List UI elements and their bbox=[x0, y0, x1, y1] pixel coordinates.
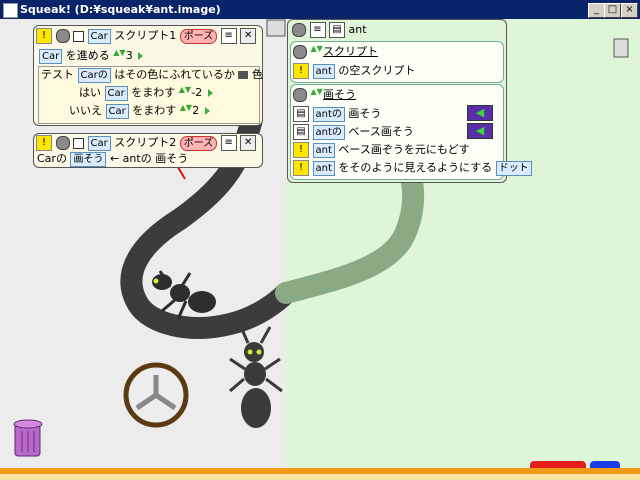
script1-doc-icon[interactable]: ≡ bbox=[220, 28, 237, 44]
section-gear-icon[interactable] bbox=[293, 45, 307, 59]
no-command: をまわす bbox=[132, 104, 177, 117]
script2-object-tile[interactable]: Car bbox=[87, 135, 111, 151]
line1-value[interactable]: 3 bbox=[126, 49, 133, 62]
viewer-name[interactable]: ant bbox=[349, 23, 367, 36]
minimize-button[interactable]: _ bbox=[588, 3, 605, 18]
window-title-bar: Squeak! (D:¥squeak¥ant.image) _ □ × bbox=[0, 0, 640, 19]
line1-object-tile[interactable]: Car bbox=[39, 48, 63, 64]
section-stepper[interactable]: ▲▼ bbox=[311, 44, 323, 59]
line1-arrow-icon[interactable] bbox=[138, 52, 144, 60]
look-command[interactable]: をそのように見えるようにする bbox=[338, 161, 492, 174]
viewer-handle-icon bbox=[266, 19, 286, 37]
yes-arrow-icon[interactable] bbox=[207, 89, 213, 97]
squeak-app-icon bbox=[3, 3, 18, 18]
section-gear-icon[interactable] bbox=[293, 88, 307, 102]
yes-value[interactable]: -2 bbox=[191, 86, 202, 99]
no-stepper[interactable]: ▲▼ bbox=[180, 103, 192, 118]
viewer-script-section: ▲▼ スクリプト ! ant の空スクリプト bbox=[290, 41, 504, 83]
script1-title[interactable]: スクリプト1 bbox=[114, 29, 176, 42]
halo-handle-icon bbox=[613, 38, 629, 58]
script2-pause-button[interactable]: ポーズ bbox=[179, 135, 218, 151]
pen-object[interactable]: antの bbox=[312, 106, 345, 122]
reset-object[interactable]: ant bbox=[312, 142, 335, 158]
run-icon[interactable]: ! bbox=[293, 142, 309, 158]
script2-field-tile[interactable]: 画そう bbox=[70, 151, 107, 167]
viewer-list-icon[interactable]: ≡ bbox=[309, 22, 326, 38]
run-icon[interactable]: ! bbox=[293, 160, 309, 176]
yes-stepper[interactable]: ▲▼ bbox=[179, 85, 191, 100]
assign-arrow: ← bbox=[109, 152, 120, 165]
no-arrow-icon[interactable] bbox=[204, 107, 210, 115]
script2-rhs[interactable]: antの 画そう bbox=[123, 152, 189, 165]
gear-icon[interactable] bbox=[55, 136, 70, 150]
no-label: いいえ bbox=[69, 104, 102, 117]
script2-panel[interactable]: ! Car スクリプト2 ポーズ ≡ ✕ Carの 画そう ← antの 画そう bbox=[33, 133, 263, 168]
checkbox[interactable] bbox=[73, 30, 84, 42]
empty-script-object[interactable]: ant bbox=[312, 63, 335, 79]
base-pen-object[interactable]: antの bbox=[312, 124, 345, 140]
slot-doc-icon[interactable]: ▤ bbox=[293, 106, 309, 122]
no-object-tile[interactable]: Car bbox=[105, 103, 129, 119]
script1-panel[interactable]: ! Car スクリプト1 ポーズ ≡ ✕ Car を進める ▲▼ 3 テスト C… bbox=[33, 25, 263, 126]
slot-doc-icon[interactable]: ▤ bbox=[293, 124, 309, 140]
test-object-tile[interactable]: Carの bbox=[77, 67, 111, 83]
empty-script-text[interactable]: の空スクリプト bbox=[338, 64, 415, 77]
reset-command[interactable]: ベース画ぞうを元にもどす bbox=[338, 143, 469, 156]
viewer-doc-icon[interactable]: ▤ bbox=[329, 22, 345, 38]
script2-line-object[interactable]: Carの bbox=[37, 152, 67, 165]
section-title[interactable]: 画そう bbox=[323, 88, 356, 101]
maximize-button[interactable]: □ bbox=[604, 3, 621, 18]
no-value[interactable]: 2 bbox=[192, 104, 199, 117]
look-tail[interactable]: ドット bbox=[495, 160, 532, 176]
script2-close-icon[interactable]: ✕ bbox=[240, 135, 257, 151]
viewer-gear-icon[interactable] bbox=[292, 23, 306, 37]
script2-doc-icon[interactable]: ≡ bbox=[220, 135, 237, 151]
window-title: Squeak! (D:¥squeak¥ant.image) bbox=[20, 3, 221, 16]
ant-icon bbox=[229, 326, 283, 428]
bottom-bar bbox=[0, 474, 640, 480]
pen-field: 画そう bbox=[348, 107, 382, 120]
script1-object-tile[interactable]: Car bbox=[87, 28, 111, 44]
checkbox[interactable] bbox=[73, 137, 84, 149]
line1-stepper[interactable]: ▲▼ bbox=[113, 48, 125, 63]
pen-arrow-tile-1[interactable]: ◀ bbox=[467, 105, 493, 121]
test-text: はその色にふれているか bbox=[114, 68, 235, 81]
base-pen-field: ベース画そう bbox=[348, 125, 414, 138]
color-swatch[interactable] bbox=[238, 71, 249, 79]
test-tail: 色 bbox=[251, 68, 263, 81]
viewer-pen-section: ▲▼ 画そう ▤ antの 画そう ▤ antの ベース画そう ◀ ◀ ! an… bbox=[290, 84, 532, 180]
green-track bbox=[275, 163, 425, 304]
section-stepper[interactable]: ▲▼ bbox=[311, 87, 323, 102]
menu-icon[interactable]: ! bbox=[36, 135, 52, 151]
yes-object-tile[interactable]: Car bbox=[104, 85, 128, 101]
gear-icon[interactable] bbox=[55, 29, 70, 43]
menu-icon[interactable]: ! bbox=[36, 28, 52, 44]
test-block: テスト Carの はその色にふれているか 色 はい Car をまわす ▲▼ -2… bbox=[38, 66, 263, 124]
script2-title[interactable]: スクリプト2 bbox=[114, 136, 176, 149]
test-label: テスト bbox=[41, 68, 74, 81]
yes-command: をまわす bbox=[131, 86, 176, 99]
line1-command: を進める bbox=[65, 49, 110, 62]
pen-arrow-tile-2[interactable]: ◀ bbox=[467, 123, 493, 139]
script1-close-icon[interactable]: ✕ bbox=[240, 28, 257, 44]
trash-icon bbox=[13, 419, 43, 457]
yes-label: はい bbox=[79, 86, 101, 99]
section-title[interactable]: スクリプト bbox=[323, 45, 378, 58]
car-wheel-icon bbox=[123, 362, 189, 428]
script1-pause-button[interactable]: ポーズ bbox=[179, 28, 218, 44]
run-icon[interactable]: ! bbox=[293, 63, 309, 79]
look-object[interactable]: ant bbox=[312, 160, 335, 176]
ant-viewer[interactable]: ≡ ▤ ant ▲▼ スクリプト ! ant の空スクリプト ▲▼ 画そう ▤ … bbox=[287, 19, 532, 183]
close-window-button[interactable]: × bbox=[621, 3, 638, 18]
